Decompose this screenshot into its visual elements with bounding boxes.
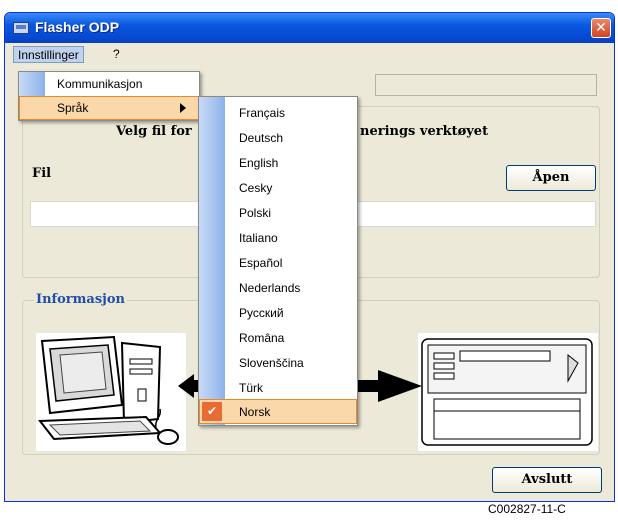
menu-bar: Innstillinger ? (5, 43, 614, 65)
language-label: Româna (239, 331, 285, 345)
language-item-italiano[interactable]: Italiano (199, 225, 357, 250)
language-item-nederlands[interactable]: Nederlands (199, 275, 357, 300)
app-icon (13, 22, 29, 34)
menu-item-label: Kommunikasjon (57, 77, 143, 91)
language-item-cesky[interactable]: Cesky (199, 175, 357, 200)
window-title: Flasher ODP (35, 19, 120, 35)
device-illustration (418, 333, 598, 451)
chevron-right-icon (180, 103, 186, 113)
menu-item-label: Språk (57, 101, 89, 115)
heading-right: nerings verktøyet (360, 124, 489, 139)
language-item-norsk[interactable]: ✔ Norsk (199, 399, 357, 424)
checkmark-icon: ✔ (202, 402, 222, 421)
exit-button[interactable]: Avslutt (492, 467, 602, 493)
language-label: Norsk (239, 405, 271, 419)
info-title: Informasjon (34, 292, 127, 307)
language-label: Nederlands (239, 281, 301, 295)
menu-item-kommunikasjon[interactable]: Kommunikasjon (19, 72, 199, 96)
language-item-polski[interactable]: Polski (199, 200, 357, 225)
close-button[interactable]: ✕ (591, 18, 611, 38)
computer-illustration (36, 333, 186, 451)
status-field (375, 74, 597, 96)
language-label: Türk (239, 381, 263, 395)
language-label: Italiano (239, 231, 278, 245)
language-label: Español (239, 256, 283, 270)
language-item-slovenscina[interactable]: Slovenščina (199, 350, 357, 375)
language-label: Polski (239, 206, 272, 220)
language-label: Русский (239, 306, 284, 320)
language-menu: Français Deutsch English Cesky Polski It… (198, 96, 358, 426)
language-item-espanol[interactable]: Español (199, 250, 357, 275)
settings-menu: Kommunikasjon Språk (18, 71, 200, 121)
language-item-russian[interactable]: Русский (199, 300, 357, 325)
language-label: Français (239, 106, 286, 120)
heading-left: Velg fil for (116, 124, 192, 139)
file-label: Fil (32, 166, 52, 181)
language-item-english[interactable]: English (199, 150, 357, 175)
figure-caption: C002827-11-C (488, 502, 566, 516)
language-label: Slovenščina (239, 356, 304, 370)
language-label: Cesky (239, 181, 273, 195)
language-label: English (239, 156, 279, 170)
language-item-romana[interactable]: Româna (199, 325, 357, 350)
menu-item-sprak[interactable]: Språk (19, 96, 199, 120)
language-item-francais[interactable]: Français (199, 100, 357, 125)
language-item-deutsch[interactable]: Deutsch (199, 125, 357, 150)
open-button[interactable]: Åpen (506, 165, 596, 191)
language-label: Deutsch (239, 131, 284, 145)
title-bar[interactable]: Flasher ODP ✕ (5, 13, 614, 43)
menu-innstillinger[interactable]: Innstillinger (13, 46, 84, 63)
language-item-turk[interactable]: Türk (199, 375, 357, 400)
menu-help[interactable]: ? (109, 46, 124, 63)
